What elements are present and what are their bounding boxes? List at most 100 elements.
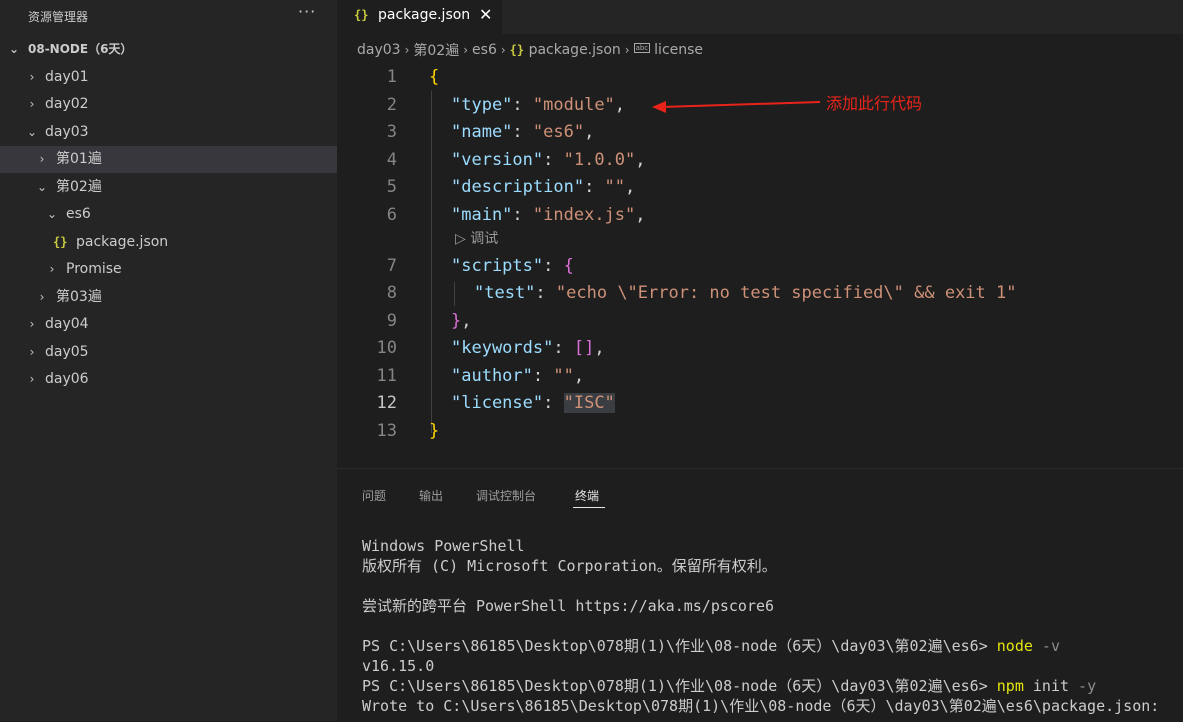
tree-item-package-json[interactable]: {} package.json (0, 229, 337, 256)
more-actions-icon[interactable]: ··· (298, 2, 316, 21)
tree-item-day04[interactable]: › day04 (0, 311, 337, 338)
close-icon[interactable]: ✕ (479, 5, 492, 24)
terminal-line: 尝试新的跨平台 PowerShell https://aka.ms/pscore… (362, 597, 775, 615)
tab-output[interactable]: 输出 (419, 487, 443, 504)
terminal-line: Wrote to C:\Users\86185\Desktop\078期(1)\… (362, 697, 1160, 715)
chevron-right-icon: › (29, 345, 35, 359)
terminal-line: PS C:\Users\86185\Desktop\078期(1)\作业\08-… (362, 637, 1060, 655)
tree-item-label: 第01遍 (56, 151, 102, 167)
chevron-right-icon: › (29, 70, 35, 84)
breadcrumb-item[interactable]: 第02遍 (413, 43, 459, 59)
chevron-down-icon: ⌄ (8, 42, 20, 56)
tree-item-day06[interactable]: › day06 (0, 366, 337, 393)
code-line-8: "test": "echo \"Error: no test specified… (474, 283, 1017, 303)
breadcrumb-item[interactable]: day03 (357, 42, 401, 58)
code-line-3: "name": "es6", (451, 122, 595, 142)
code-line-1: { (429, 67, 440, 87)
breadcrumb-item[interactable]: package.json (529, 42, 621, 58)
debug-codelens[interactable]: ▷ 调试 (455, 228, 498, 248)
chevron-right-icon: › (624, 43, 630, 57)
chevron-right-icon: › (39, 152, 45, 166)
line-number-active: 12 (376, 393, 397, 413)
chevron-right-icon: › (29, 97, 35, 111)
json-file-icon: {} (354, 8, 369, 22)
terminal-line: PS C:\Users\86185\Desktop\078期(1)\作业\08-… (362, 677, 1097, 695)
terminal-line: Windows PowerShell (362, 537, 525, 555)
tree-item-label: day06 (45, 371, 89, 387)
code-line-5: "description": "", (451, 177, 636, 197)
terminal-line: v16.15.0 (362, 657, 435, 675)
code-line-6: "main": "index.js", (451, 205, 646, 225)
code-line-4: "version": "1.0.0", (451, 150, 646, 170)
chevron-right-icon: › (463, 43, 469, 57)
code-line-10: "keywords": [], (451, 338, 605, 358)
code-line-13: } (429, 421, 440, 441)
tab-problems[interactable]: 问题 (362, 487, 386, 504)
explorer-title: 资源管理器 (28, 10, 89, 24)
tree-item-label: Promise (66, 261, 122, 277)
line-number: 13 (376, 421, 397, 441)
tree-item-label: day01 (45, 69, 89, 85)
tree-item-label: day03 (45, 124, 89, 140)
breadcrumb: day03 › 第02遍 › es6 ›{} package.json › abc licens… (357, 40, 703, 62)
annotation-text: 添加此行代码 (826, 94, 923, 113)
tree-item-label: package.json (76, 234, 169, 250)
tab-label: package.json (378, 7, 471, 23)
string-symbol-icon: abc (633, 43, 651, 53)
line-number: 2 (386, 95, 397, 115)
code-line-11: "author": "", (451, 366, 585, 386)
annotation-arrow (652, 101, 821, 113)
tree-item-promise[interactable]: › Promise (0, 256, 337, 283)
tree-item-label: day04 (45, 316, 89, 332)
line-number: 7 (386, 256, 397, 276)
tree-item-label: 第03遍 (56, 289, 102, 305)
explorer-sidebar: 资源管理器 ··· ⌄ 08-NODE（6天） › day01 › day02 … (0, 0, 337, 721)
tree-item-label: 第02遍 (56, 179, 102, 195)
tree-root-label: 08-NODE（6天） (28, 42, 133, 56)
tree-item-es6[interactable]: ⌄ es6 (0, 201, 337, 228)
line-number: 10 (376, 338, 397, 358)
tree-item-pass02[interactable]: ⌄ 第02遍 (0, 174, 337, 201)
explorer-header: 资源管理器 ··· (0, 0, 337, 32)
tree-item-day01[interactable]: › day01 (0, 64, 337, 91)
line-number: 5 (386, 177, 397, 197)
line-number: 1 (386, 67, 397, 87)
code-editor[interactable]: 1 2 3 4 5 6 7 8 9 10 11 12 13 { "type": … (337, 64, 1183, 464)
tree-item-label: es6 (66, 206, 91, 222)
tree-item-pass03[interactable]: › 第03遍 (0, 284, 337, 311)
tree-item-day02[interactable]: › day02 (0, 91, 337, 118)
tree-item-day05[interactable]: › day05 (0, 339, 337, 366)
chevron-right-icon: › (404, 43, 410, 57)
code-line-12: "license": "ISC" (451, 393, 615, 413)
breadcrumb-item[interactable]: license (654, 42, 703, 58)
breadcrumb-item[interactable]: es6 (472, 42, 497, 58)
tree-root-folder[interactable]: ⌄ 08-NODE（6天） (0, 36, 337, 63)
line-number: 6 (386, 205, 397, 225)
tree-item-day03[interactable]: ⌄ day03 (0, 119, 337, 146)
code-line-7: "scripts": { (451, 256, 574, 276)
line-number: 11 (376, 366, 397, 386)
chevron-down-icon: ⌄ (36, 180, 48, 194)
indent-guide (454, 282, 455, 306)
code-line-2: "type": "module", (451, 95, 626, 115)
line-number: 8 (386, 283, 397, 303)
json-file-icon: {} (53, 235, 68, 249)
tree-item-label: day05 (45, 344, 89, 360)
line-number: 9 (386, 311, 397, 331)
tree-item-pass01[interactable]: › 第01遍 (0, 146, 337, 173)
tab-package-json[interactable]: {} package.json ✕ (337, 0, 502, 34)
line-number: 3 (386, 122, 397, 142)
tree-item-label: day02 (45, 96, 89, 112)
chevron-right-icon: › (29, 372, 35, 386)
indent-guide (431, 91, 432, 433)
json-file-icon: {} (509, 43, 525, 57)
chevron-right-icon: › (500, 43, 506, 57)
code-line-9: }, (451, 311, 472, 331)
chevron-down-icon: ⌄ (46, 207, 58, 221)
tab-terminal[interactable]: 终端 (575, 487, 599, 504)
tab-debug-console[interactable]: 调试控制台 (476, 487, 536, 504)
terminal-line: 版权所有 (C) Microsoft Corporation。保留所有权利。 (362, 557, 777, 575)
chevron-down-icon: ⌄ (26, 125, 38, 139)
chevron-right-icon: › (49, 262, 55, 276)
active-tab-indicator (573, 507, 605, 508)
